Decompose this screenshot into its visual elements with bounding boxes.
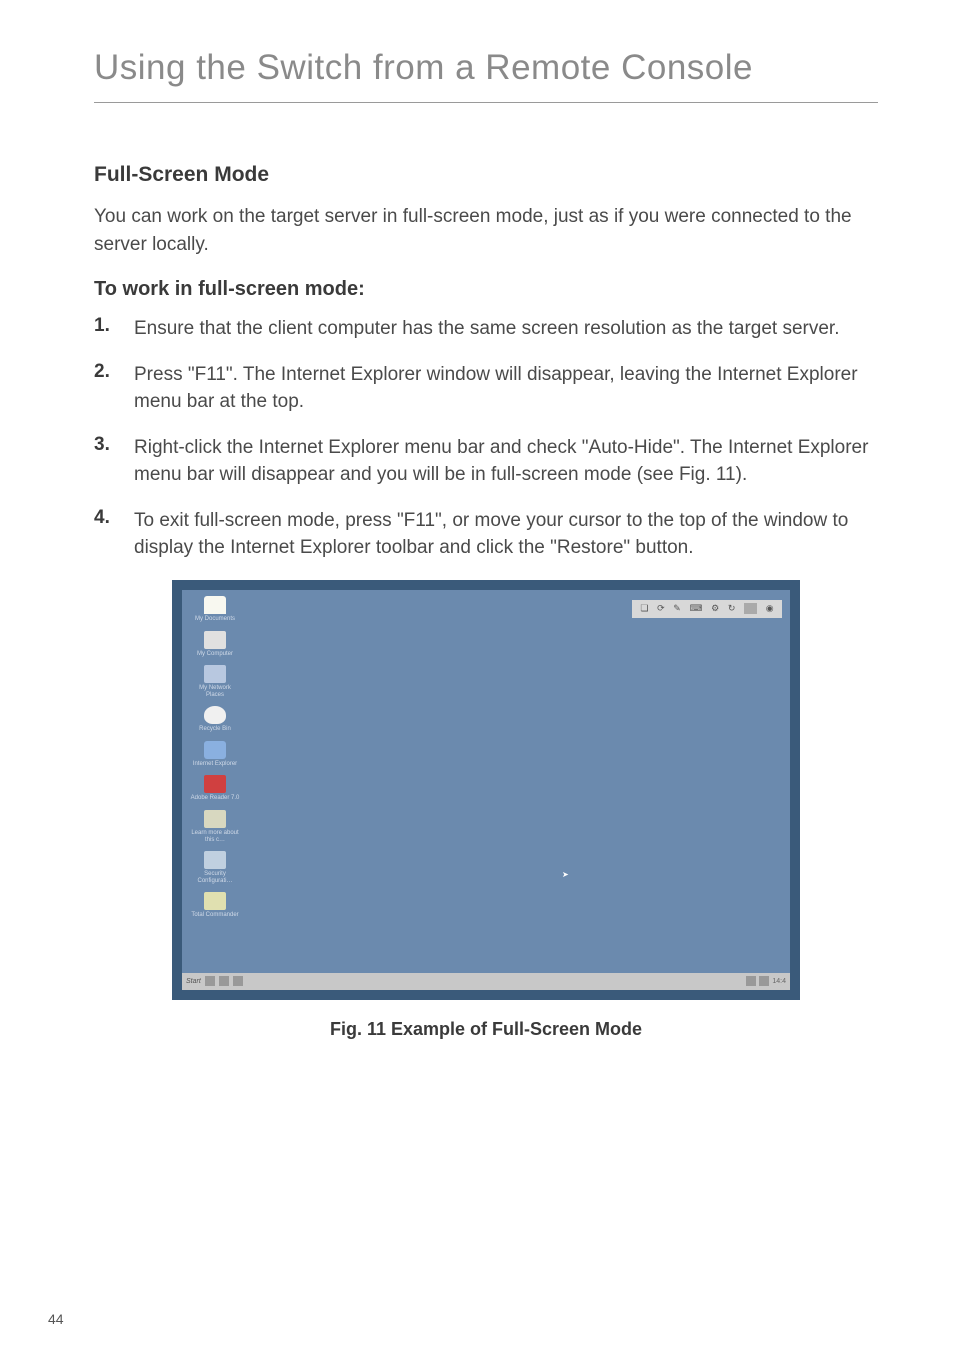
start-button: Start (186, 978, 201, 985)
step-3: 3. Right-click the Internet Explorer men… (94, 434, 878, 489)
desktop-icon: Learn more about this c… (190, 810, 240, 843)
toolbar-icon: ⟳ (657, 603, 665, 614)
step-4: 4. To exit full-screen mode, press "F11"… (94, 507, 878, 562)
remote-toolbar: ❏ ⟳ ✎ ⌨ ⚙ ↻ ◉ (632, 600, 782, 618)
desktop-icon: Recycle Bin (190, 706, 240, 733)
sub-title: To work in full-screen mode: (94, 278, 878, 301)
desktop-icons-column: My Documents My Computer My Network Plac… (190, 596, 250, 927)
toolbar-icon: ⚙ (711, 603, 719, 614)
intro-paragraph: You can work on the target server in ful… (94, 203, 878, 258)
tray-icon (746, 976, 756, 986)
tray-icon (759, 976, 769, 986)
step-2: 2. Press "F11". The Internet Explorer wi… (94, 361, 878, 416)
toolbar-icon: ↻ (728, 603, 736, 614)
chapter-title: Using the Switch from a Remote Console (94, 48, 878, 103)
toolbar-icon: ◉ (766, 603, 774, 614)
taskbar-icon (233, 976, 243, 986)
step-number: 2. (94, 361, 134, 416)
step-1: 1. Ensure that the client computer has t… (94, 315, 878, 343)
taskbar-icon (219, 976, 229, 986)
taskbar-time: 14:4 (772, 978, 786, 985)
desktop-icon: My Documents (190, 596, 240, 623)
desktop-icon: My Network Places (190, 665, 240, 698)
toolbar-icon: ⌨ (689, 603, 702, 614)
desktop-icon: Adobe Reader 7.0 (190, 775, 240, 802)
section-title: Full-Screen Mode (94, 163, 878, 187)
toolbar-icon: ❏ (640, 603, 648, 614)
step-text: Right-click the Internet Explorer menu b… (134, 434, 878, 489)
desktop-icon: Internet Explorer (190, 741, 240, 768)
step-number: 1. (94, 315, 134, 343)
step-text: To exit full-screen mode, press "F11", o… (134, 507, 878, 562)
figure-caption: Fig. 11 Example of Full-Screen Mode (94, 1019, 878, 1040)
figure-screenshot: ❏ ⟳ ✎ ⌨ ⚙ ↻ ◉ My Documents My Computer M… (172, 580, 800, 1000)
taskbar-icon (205, 976, 215, 986)
step-number: 4. (94, 507, 134, 562)
remote-desktop-area (182, 590, 790, 974)
toolbar-icon (744, 603, 757, 614)
figure-container: ❏ ⟳ ✎ ⌨ ⚙ ↻ ◉ My Documents My Computer M… (94, 580, 878, 1040)
step-text: Ensure that the client computer has the … (134, 315, 840, 343)
desktop-icon: Total Commander (190, 892, 240, 919)
taskbar: Start 14:4 (182, 973, 790, 990)
desktop-icon: Security Configurati… (190, 851, 240, 884)
step-number: 3. (94, 434, 134, 489)
page-number: 44 (48, 1311, 64, 1327)
mouse-cursor-icon: ➤ (562, 870, 568, 876)
desktop-icon: My Computer (190, 631, 240, 658)
step-text: Press "F11". The Internet Explorer windo… (134, 361, 878, 416)
toolbar-icon: ✎ (673, 603, 681, 614)
